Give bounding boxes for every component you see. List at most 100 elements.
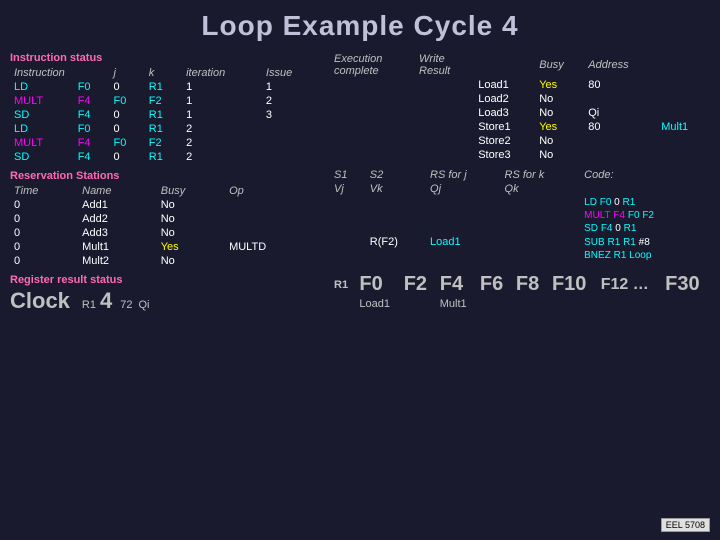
iter-val: 1	[182, 94, 262, 108]
fu-name: Store2	[474, 134, 535, 148]
table-row: Store3 No	[330, 148, 710, 162]
rs-name: Add1	[78, 198, 157, 212]
clock-row: Clock R1 4 72 Qi	[10, 288, 320, 314]
iter-val: 1	[182, 80, 262, 94]
reg-f0-val: Load1	[355, 297, 399, 311]
table-row: MULT F4 F0 F2 2	[10, 136, 320, 150]
rs-name: Mult2	[78, 254, 157, 268]
reg-f30-val	[661, 297, 710, 311]
exec-val2	[373, 78, 416, 92]
s2-header: S2	[366, 168, 426, 182]
page-title: Loop Example Cycle 4	[10, 10, 710, 42]
name-header: Name	[78, 184, 157, 198]
fu-address-header: Address	[584, 52, 657, 78]
rsj-header: RS for j	[426, 168, 501, 182]
k-val: R1	[145, 150, 182, 164]
k-val: R1	[145, 80, 182, 94]
exec-val	[330, 106, 373, 120]
time-header: Time	[10, 184, 78, 198]
table-row: LD F0 0 R1 2	[10, 122, 320, 136]
qj-val	[426, 196, 501, 209]
reg-f2: F2	[400, 272, 436, 297]
write-val	[415, 120, 474, 134]
j-val: 0	[109, 122, 144, 136]
exec-val	[330, 92, 373, 106]
rs-time: 0	[10, 254, 78, 268]
reg-f10: F10	[548, 272, 597, 297]
table-row: Load2 No	[330, 92, 710, 106]
instruction-status-title: Instruction status	[10, 52, 320, 64]
rs-op	[225, 198, 320, 212]
exec-val	[330, 78, 373, 92]
table-row: MULT F4 F0 F2 1 2	[10, 94, 320, 108]
fu-qi: Mult1	[657, 120, 710, 134]
instr-f4b: F4	[74, 108, 110, 122]
table-row: Store2 No	[330, 134, 710, 148]
rs-busy: Yes	[157, 240, 225, 254]
exec-val2	[373, 106, 416, 120]
instr-ld2: LD	[10, 122, 74, 136]
issue-val	[262, 122, 320, 136]
fu-name: Load2	[474, 92, 535, 106]
instr-f4c: F4	[74, 136, 110, 150]
reg-f8-val	[512, 297, 548, 311]
reg-r1: R1	[330, 272, 355, 297]
issue-val: 2	[262, 94, 320, 108]
table-row: R(F2) Load1 SUB R1 R1 #8	[330, 235, 710, 249]
rs-op	[225, 226, 320, 240]
rs-time: 0	[10, 240, 78, 254]
table-row: LD F0 0 R1	[330, 196, 710, 209]
exec-header-row1: Executioncomplete WriteResult Busy Addre…	[330, 52, 710, 78]
reg-f4: F4	[436, 272, 476, 297]
rs-busy: No	[157, 198, 225, 212]
table-row: Load3 No Qi	[330, 106, 710, 120]
register-result-status-title: Register result status	[10, 274, 320, 286]
fu-addr	[584, 148, 657, 162]
code-val: SD F4 0 R1	[580, 222, 710, 235]
table-row: BNEZ R1 Loop	[330, 249, 710, 262]
fu-name: Store1	[474, 120, 535, 134]
rs-busy: No	[157, 254, 225, 268]
reg-f12-val	[597, 297, 661, 311]
fu-addr: 80	[584, 120, 657, 134]
write-val	[415, 78, 474, 92]
j-col-header: j	[109, 66, 144, 80]
qj-val	[426, 209, 501, 222]
code-val: LD F0 0 R1	[580, 196, 710, 209]
r1-label: R1	[82, 299, 96, 311]
k-val: R1	[145, 108, 182, 122]
write-val	[415, 92, 474, 106]
rs-extra-subheader: Vj Vk Qj Qk	[330, 182, 710, 196]
fu-name-header	[474, 52, 535, 78]
instr-sd2: SD	[10, 150, 74, 164]
op-header: Op	[225, 184, 320, 198]
vj-val	[330, 222, 366, 235]
fu-addr	[584, 92, 657, 106]
issue-val	[262, 136, 320, 150]
qk-val	[501, 249, 581, 262]
busy-header: Busy	[157, 184, 225, 198]
reg-f2-val	[400, 297, 436, 311]
rs-extra-table: S1 S2 RS for j RS for k Code: Vj Vk Qj Q…	[330, 168, 710, 262]
fu-busy: Yes	[535, 78, 584, 92]
vk-val: R(F2)	[366, 235, 426, 249]
reg-f30: F30	[661, 272, 710, 297]
qj-val	[426, 222, 501, 235]
vj-val	[330, 196, 366, 209]
rs-extra-header: S1 S2 RS for j RS for k Code:	[330, 168, 710, 182]
exec-val2	[373, 148, 416, 162]
write-val	[415, 148, 474, 162]
fu-busy: No	[535, 106, 584, 120]
fu-addr: Qi	[584, 106, 657, 120]
clock-label: Clock	[10, 288, 70, 314]
iter-val: 2	[182, 136, 262, 150]
fu-busy: No	[535, 148, 584, 162]
table-row: Store1 Yes 80 Mult1	[330, 120, 710, 134]
table-row: 0 Add2 No	[10, 212, 320, 226]
vk-val	[366, 196, 426, 209]
qi-label: Qi	[138, 299, 149, 311]
write-val	[415, 134, 474, 148]
k-val: R1	[145, 122, 182, 136]
rs-time: 0	[10, 212, 78, 226]
table-row: 0 Mult1 Yes MULTD	[10, 240, 320, 254]
